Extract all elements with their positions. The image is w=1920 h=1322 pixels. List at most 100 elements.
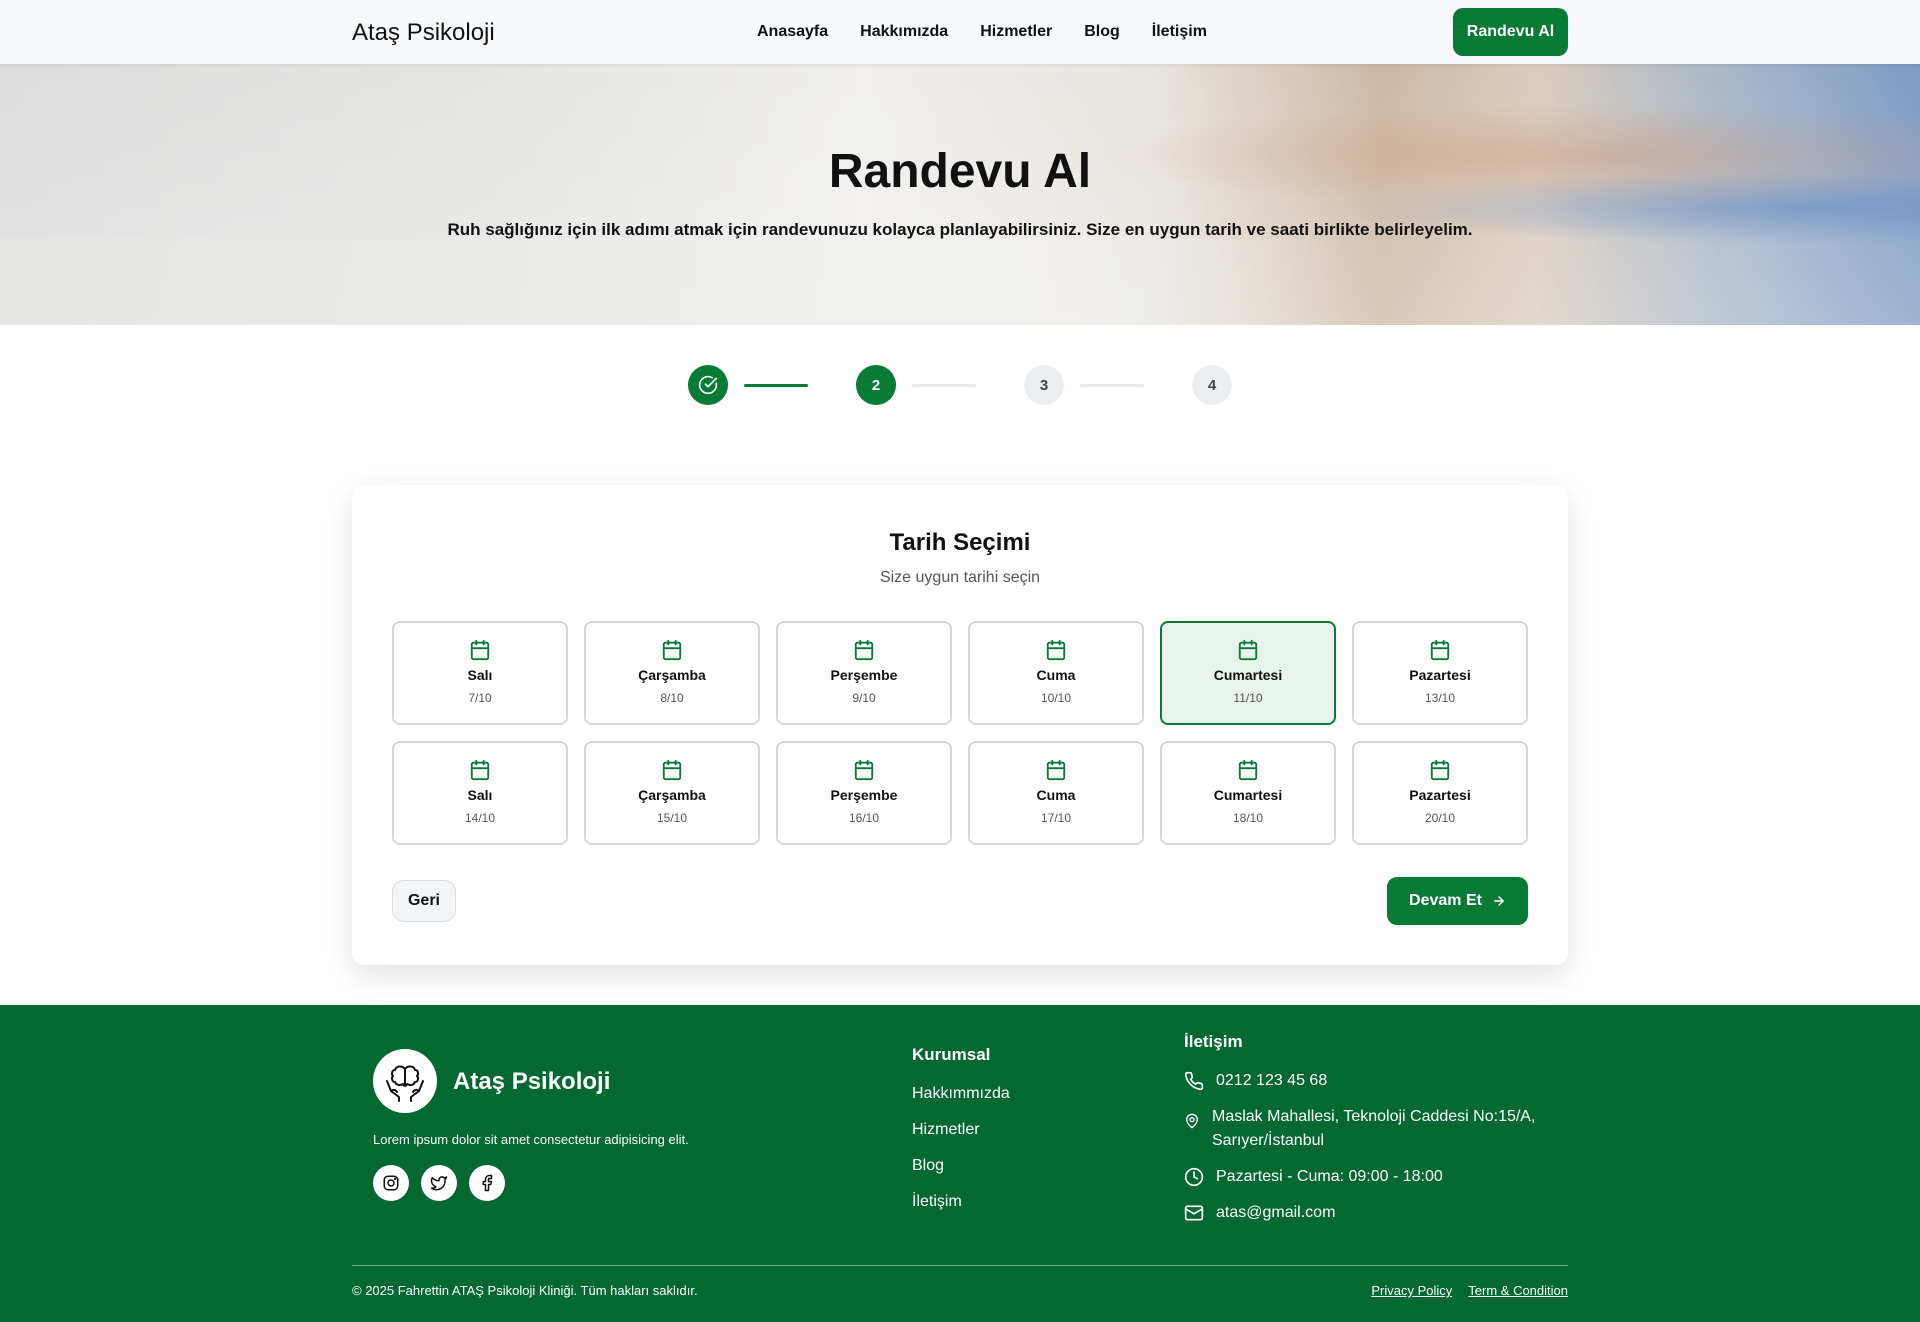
contact-address: Maslak Mahallesi, Teknoloji Caddesi No:1… xyxy=(1184,1105,1604,1153)
date-value: 7/10 xyxy=(468,691,492,705)
nav-links: Anasayfa Hakkımızda Hizmetler Blog İleti… xyxy=(757,0,1207,64)
nav-link-about[interactable]: Hakkımızda xyxy=(860,23,948,41)
hero-banner: Randevu Al Ruh sağlığınız için ilk adımı… xyxy=(0,64,1920,325)
date-day-name: Cuma xyxy=(1036,667,1076,683)
date-value: 16/10 xyxy=(848,811,880,825)
phone-icon xyxy=(1184,1071,1204,1091)
facebook-icon[interactable] xyxy=(469,1165,505,1201)
calendar-icon xyxy=(1429,639,1451,661)
step-connector xyxy=(1080,384,1144,387)
email-text[interactable]: atas@gmail.com xyxy=(1216,1201,1335,1225)
phone-text[interactable]: 0212 123 45 68 xyxy=(1216,1069,1327,1093)
contact-phone: 0212 123 45 68 xyxy=(1184,1069,1604,1093)
calendar-icon xyxy=(1237,639,1259,661)
appointment-button[interactable]: Randevu Al xyxy=(1453,8,1568,56)
address-text: Maslak Mahallesi, Teknoloji Caddesi No:1… xyxy=(1212,1108,1536,1149)
footer-brand: Ataş Psikoloji xyxy=(453,1068,611,1095)
contact-hours: Pazartesi - Cuma: 09:00 - 18:00 xyxy=(1184,1165,1604,1189)
date-day-name: Çarşamba xyxy=(638,667,706,683)
date-day-name: Pazartesi xyxy=(1409,787,1471,803)
arrow-right-icon xyxy=(1494,896,1504,906)
calendar-icon xyxy=(469,759,491,781)
date-day-name: Salı xyxy=(467,787,493,803)
calendar-icon xyxy=(1429,759,1451,781)
date-day-name: Pazartesi xyxy=(1409,667,1471,683)
date-value: 15/10 xyxy=(656,811,688,825)
date-value: 11/10 xyxy=(1233,691,1263,705)
date-value: 10/10 xyxy=(1040,691,1072,705)
nav-brand[interactable]: Ataş Psikoloji xyxy=(352,19,495,47)
map-pin-icon xyxy=(1186,1113,1198,1129)
date-option[interactable]: Cuma 17/10 xyxy=(968,741,1144,845)
date-option[interactable]: Cuma 10/10 xyxy=(968,621,1144,725)
corporate-links: Hakkımmızda Hizmetler Blog İletişim xyxy=(912,1084,1010,1212)
date-value: 18/10 xyxy=(1232,811,1264,825)
footer-divider xyxy=(352,1265,1568,1266)
date-option[interactable]: Perşembe 16/10 xyxy=(776,741,952,845)
instagram-icon[interactable] xyxy=(373,1165,409,1201)
date-value: 8/10 xyxy=(660,691,684,705)
date-option[interactable]: Çarşamba 15/10 xyxy=(584,741,760,845)
clock-icon xyxy=(1184,1167,1204,1187)
date-option[interactable]: Perşembe 9/10 xyxy=(776,621,952,725)
date-grid: Salı 7/10 Çarşamba 8/10 Perşembe 9/10 Cuma 10/1… xyxy=(392,621,1528,845)
terms-link[interactable]: Term & Condition xyxy=(1468,1283,1568,1298)
nav-link-home[interactable]: Anasayfa xyxy=(757,23,828,41)
date-value: 9/10 xyxy=(852,691,876,705)
date-option[interactable]: Salı 14/10 xyxy=(392,741,568,845)
step-4: 4 xyxy=(1192,365,1232,405)
date-value: 13/10 xyxy=(1424,691,1456,705)
date-option[interactable]: Çarşamba 8/10 xyxy=(584,621,760,725)
footer-link-about[interactable]: Hakkımmızda xyxy=(912,1084,1010,1104)
calendar-icon xyxy=(1045,639,1067,661)
date-selection-card: Tarih Seçimi Size uygun tarihi seçin Sal… xyxy=(352,485,1568,965)
date-option[interactable]: Pazartesi 13/10 xyxy=(1352,621,1528,725)
date-day-name: Çarşamba xyxy=(638,787,706,803)
step-1-complete xyxy=(688,365,728,405)
date-day-name: Cumartesi xyxy=(1213,667,1283,683)
footer-link-blog[interactable]: Blog xyxy=(912,1156,1010,1176)
back-button[interactable]: Geri xyxy=(392,880,456,922)
date-option[interactable]: Cumartesi 18/10 xyxy=(1160,741,1336,845)
nav-link-contact[interactable]: İletişim xyxy=(1152,23,1207,41)
legal-links: Privacy Policy Term & Condition xyxy=(1371,1283,1568,1298)
navbar: Ataş Psikoloji Anasayfa Hakkımızda Hizme… xyxy=(0,0,1920,64)
footer-link-services[interactable]: Hizmetler xyxy=(912,1120,1010,1140)
date-value: 17/10 xyxy=(1040,811,1072,825)
continue-button[interactable]: Devam Et xyxy=(1387,877,1528,925)
date-day-name: Perşembe xyxy=(830,667,898,683)
nav-link-blog[interactable]: Blog xyxy=(1084,23,1120,41)
twitter-icon[interactable] xyxy=(421,1165,457,1201)
brain-hands-logo-icon xyxy=(373,1049,437,1113)
hero-subtitle: Ruh sağlığınız için ilk adımı atmak için… xyxy=(447,220,1473,239)
copyright-text: © 2025 Fahrettin ATAŞ Psikoloji Kliniği.… xyxy=(352,1283,698,1298)
social-links xyxy=(373,1165,505,1201)
date-selection-title: Tarih Seçimi xyxy=(889,529,1031,556)
check-circle-icon xyxy=(698,375,718,395)
calendar-icon xyxy=(661,759,683,781)
footer: Ataş Psikoloji Lorem ipsum dolor sit ame… xyxy=(0,1005,1920,1322)
date-option[interactable]: Pazartesi 20/10 xyxy=(1352,741,1528,845)
date-option[interactable]: Cumartesi 11/10 xyxy=(1160,621,1336,725)
mail-icon xyxy=(1184,1205,1204,1221)
calendar-icon xyxy=(469,639,491,661)
date-day-name: Salı xyxy=(467,667,493,683)
date-day-name: Cumartesi xyxy=(1213,787,1283,803)
continue-label: Devam Et xyxy=(1409,892,1482,909)
calendar-icon xyxy=(661,639,683,661)
date-day-name: Perşembe xyxy=(830,787,898,803)
step-3: 3 xyxy=(1024,365,1064,405)
date-option[interactable]: Salı 7/10 xyxy=(392,621,568,725)
step-connector xyxy=(912,384,976,387)
footer-link-contact[interactable]: İletişim xyxy=(912,1192,1010,1212)
nav-link-services[interactable]: Hizmetler xyxy=(980,23,1052,41)
footer-description: Lorem ipsum dolor sit amet consectetur a… xyxy=(373,1132,689,1147)
privacy-policy-link[interactable]: Privacy Policy xyxy=(1371,1283,1452,1298)
progress-stepper: 2 3 4 xyxy=(688,365,1232,405)
contact-heading: İletişim xyxy=(1184,1032,1243,1051)
calendar-icon xyxy=(853,639,875,661)
date-day-name: Cuma xyxy=(1036,787,1076,803)
calendar-icon xyxy=(1045,759,1067,781)
date-value: 20/10 xyxy=(1424,811,1456,825)
corporate-heading: Kurumsal xyxy=(912,1045,991,1064)
